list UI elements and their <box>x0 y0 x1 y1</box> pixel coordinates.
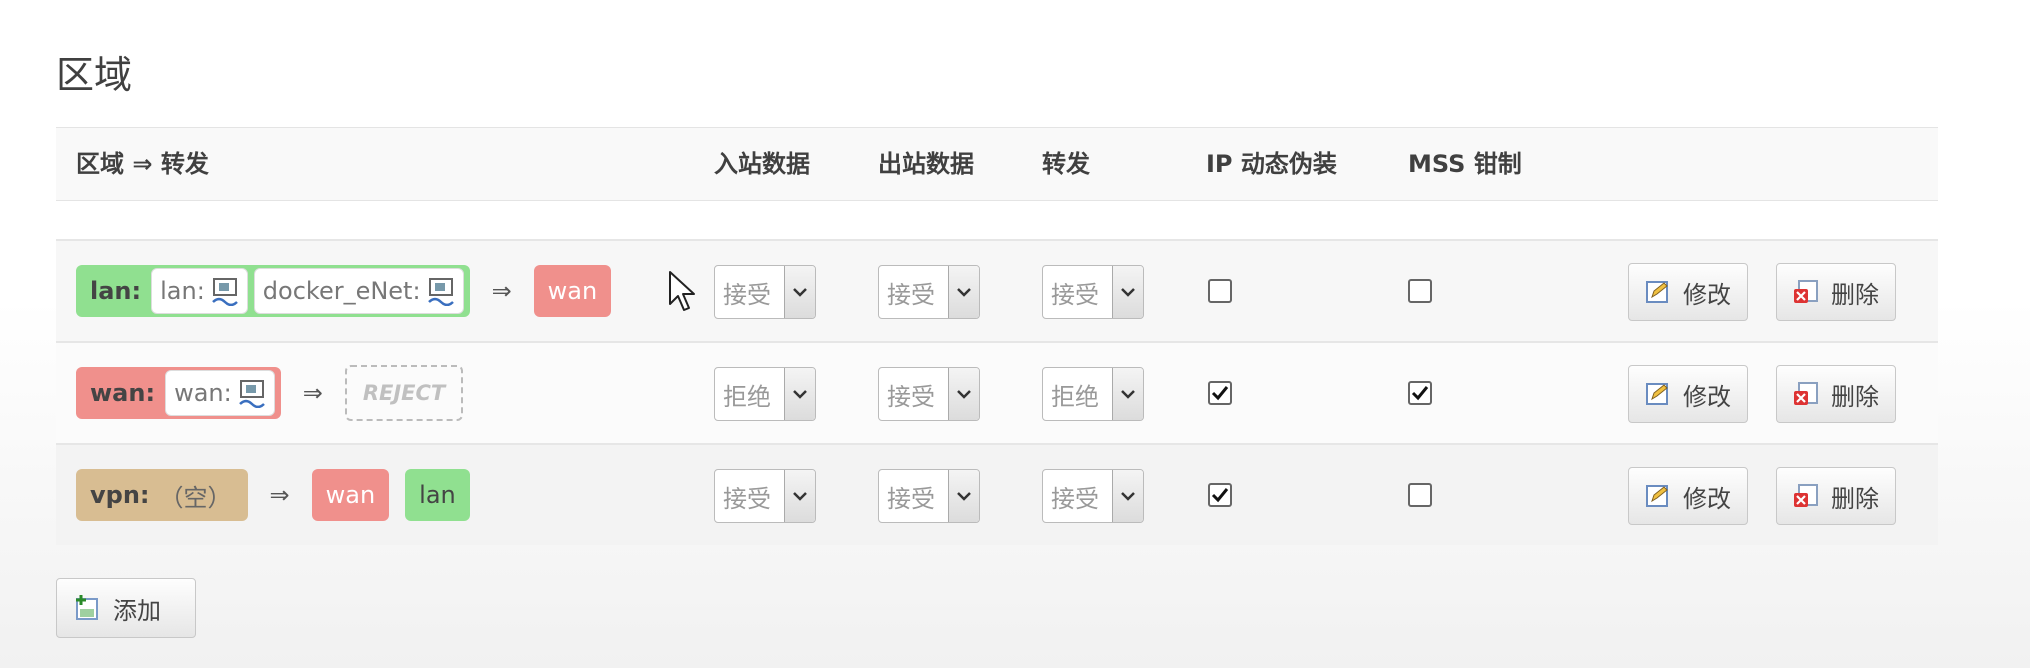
chevron-down-icon[interactable] <box>1112 368 1143 420</box>
edit-button[interactable]: 修改 <box>1628 467 1748 525</box>
table-header: 区域 ⇒ 转发 入站数据 出站数据 转发 IP 动态伪装 MSS 钳制 <box>56 127 1938 201</box>
zone-badge-vpn: vpn: （空） <box>76 469 248 521</box>
forward-arrow: ⇒ <box>269 481 290 509</box>
edit-label: 修改 <box>1683 382 1731 411</box>
masquerade-checkbox[interactable] <box>1208 381 1232 405</box>
chevron-down-icon[interactable] <box>948 470 979 522</box>
empty-devices: （空） <box>159 483 232 512</box>
forward-arrow: ⇒ <box>302 379 323 407</box>
network-device-icon <box>427 278 454 306</box>
select-value: 拒绝 <box>1051 382 1099 411</box>
section-title: 区域 <box>56 53 133 97</box>
zone-forward-cell: wan: wan: ⇒ REJECT <box>76 343 479 443</box>
header-masquerade: IP 动态伪装 <box>1206 150 1337 178</box>
dest-zone-wan: wan <box>311 469 390 521</box>
output-policy-select[interactable]: 接受 <box>878 367 980 421</box>
add-icon <box>76 595 98 620</box>
check-icon <box>1411 386 1429 401</box>
network-device-icon <box>238 380 265 408</box>
output-policy-select[interactable]: 接受 <box>878 469 980 523</box>
edit-icon <box>1646 485 1668 507</box>
zone-badge-wan: wan: wan: <box>76 367 281 419</box>
zones-table: 区域 ⇒ 转发 入站数据 出站数据 转发 IP 动态伪装 MSS 钳制 lan:… <box>56 127 1938 545</box>
mouse-cursor-icon <box>669 271 695 311</box>
dest-zone-wan: wan <box>533 265 612 317</box>
select-value: 接受 <box>723 484 771 513</box>
delete-label: 删除 <box>1831 382 1879 411</box>
input-policy-select[interactable]: 拒绝 <box>714 367 816 421</box>
device-name: docker_eNet: <box>262 277 421 305</box>
input-policy-select[interactable]: 接受 <box>714 469 816 523</box>
mss-clamping-checkbox[interactable] <box>1408 483 1432 507</box>
check-icon <box>1211 488 1229 503</box>
delete-button[interactable]: 删除 <box>1776 263 1896 321</box>
input-policy-select[interactable]: 接受 <box>714 265 816 319</box>
forward-policy-select[interactable]: 接受 <box>1042 469 1144 523</box>
masquerade-checkbox[interactable] <box>1208 279 1232 303</box>
zone-forward-cell: lan: lan: docker_eNet: ⇒ wan <box>76 241 627 341</box>
select-value: 接受 <box>887 280 935 309</box>
zone-name: wan: <box>90 379 156 407</box>
select-value: 接受 <box>887 382 935 411</box>
edit-icon <box>1646 281 1668 303</box>
edit-icon <box>1646 383 1668 405</box>
delete-button[interactable]: 删除 <box>1776 467 1896 525</box>
zone-name: vpn: <box>90 481 150 509</box>
table-row-lan: lan: lan: docker_eNet: ⇒ wan 接受 接受 接受 修改… <box>56 239 1938 343</box>
edit-button[interactable]: 修改 <box>1628 365 1748 423</box>
delete-label: 删除 <box>1831 484 1879 513</box>
device-tag: docker_eNet: <box>253 268 464 314</box>
zone-forward-cell: vpn: （空） ⇒ wan lan <box>76 445 486 545</box>
delete-label: 删除 <box>1831 280 1879 309</box>
output-policy-select[interactable]: 接受 <box>878 265 980 319</box>
zone-badge-lan: lan: lan: docker_eNet: <box>76 265 470 317</box>
chevron-down-icon[interactable] <box>784 266 815 318</box>
dest-reject: REJECT <box>344 365 464 421</box>
header-output: 出站数据 <box>878 150 974 178</box>
delete-icon <box>1794 484 1818 507</box>
chevron-down-icon[interactable] <box>948 266 979 318</box>
zone-name: lan: <box>90 277 142 305</box>
select-value: 拒绝 <box>723 382 771 411</box>
edit-button[interactable]: 修改 <box>1628 263 1748 321</box>
add-zone-button[interactable]: 添加 <box>56 578 196 638</box>
delete-icon <box>1794 382 1818 405</box>
dest-zone-lan: lan <box>405 469 470 521</box>
chevron-down-icon[interactable] <box>1112 266 1143 318</box>
masquerade-checkbox[interactable] <box>1208 483 1232 507</box>
check-icon <box>1211 386 1229 401</box>
device-tag: wan: <box>165 370 275 416</box>
select-value: 接受 <box>723 280 771 309</box>
select-value: 接受 <box>1051 280 1099 309</box>
table-row-wan: wan: wan: ⇒ REJECT 拒绝 接受 拒绝 修改 删除 <box>56 343 1938 445</box>
device-name: wan: <box>174 379 232 407</box>
select-value: 接受 <box>1051 484 1099 513</box>
delete-icon <box>1794 280 1818 303</box>
network-device-icon <box>211 278 238 306</box>
chevron-down-icon[interactable] <box>784 368 815 420</box>
device-name: lan: <box>160 277 205 305</box>
header-forward: 转发 <box>1042 150 1090 178</box>
mss-clamping-checkbox[interactable] <box>1408 381 1432 405</box>
forward-arrow: ⇒ <box>491 277 512 305</box>
header-input: 入站数据 <box>714 150 810 178</box>
device-tag: lan: <box>151 268 248 314</box>
table-row-vpn: vpn: （空） ⇒ wan lan 接受 接受 接受 修改 删除 <box>56 445 1938 545</box>
forward-policy-select[interactable]: 接受 <box>1042 265 1144 319</box>
add-label: 添加 <box>113 596 161 625</box>
header-mss-clamping: MSS 钳制 <box>1408 150 1522 178</box>
chevron-down-icon[interactable] <box>784 470 815 522</box>
forward-policy-select[interactable]: 拒绝 <box>1042 367 1144 421</box>
select-value: 接受 <box>887 484 935 513</box>
edit-label: 修改 <box>1683 484 1731 513</box>
chevron-down-icon[interactable] <box>948 368 979 420</box>
edit-label: 修改 <box>1683 280 1731 309</box>
chevron-down-icon[interactable] <box>1112 470 1143 522</box>
delete-button[interactable]: 删除 <box>1776 365 1896 423</box>
mss-clamping-checkbox[interactable] <box>1408 279 1432 303</box>
header-zone-forward: 区域 ⇒ 转发 <box>76 150 209 178</box>
